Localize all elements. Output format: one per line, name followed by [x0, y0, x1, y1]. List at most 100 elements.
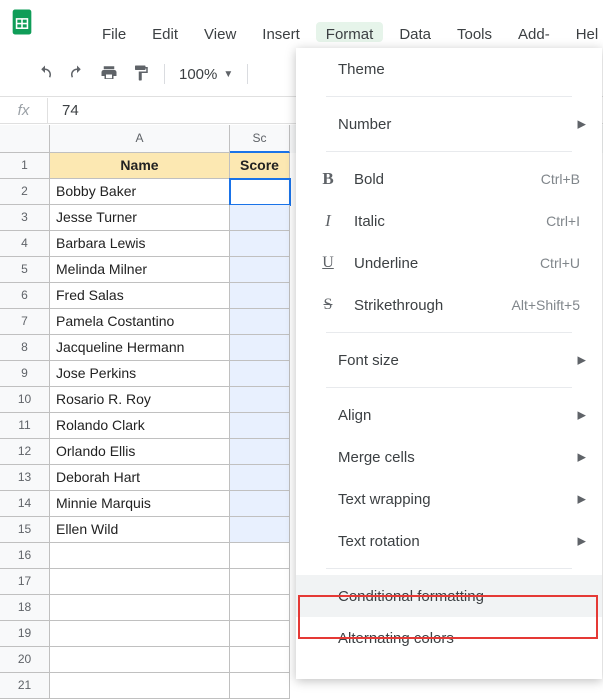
cell-B[interactable] [230, 465, 290, 491]
cell-A[interactable]: Bobby Baker [50, 179, 230, 205]
cell-A[interactable] [50, 673, 230, 699]
menu-item-strikethrough[interactable]: S Strikethrough Alt+Shift+5 [296, 284, 602, 326]
menu-item-label: Conditional formatting [338, 588, 580, 605]
col-header-A[interactable]: A [50, 125, 230, 153]
row-header[interactable]: 2 [0, 179, 50, 205]
cell-A[interactable]: Pamela Costantino [50, 309, 230, 335]
menu-item-merge-cells[interactable]: Merge cells ▶ [296, 436, 602, 478]
cell-A[interactable]: Jesse Turner [50, 205, 230, 231]
menu-item-font-size[interactable]: Font size ▶ [296, 339, 602, 381]
cell-A[interactable] [50, 595, 230, 621]
cell-B[interactable] [230, 205, 290, 231]
menu-item-bold[interactable]: B Bold Ctrl+B [296, 158, 602, 200]
redo-icon[interactable] [68, 64, 86, 85]
cell-A[interactable]: Orlando Ellis [50, 439, 230, 465]
row-header[interactable]: 19 [0, 621, 50, 647]
cell-B[interactable] [230, 569, 290, 595]
cell-B[interactable] [230, 283, 290, 309]
row-header[interactable]: 12 [0, 439, 50, 465]
menu-item-alternating-colors[interactable]: Alternating colors [296, 617, 602, 659]
menu-addons[interactable]: Add-ons [508, 22, 560, 42]
col-header-B[interactable]: Sc [230, 125, 290, 153]
cell-A[interactable] [50, 569, 230, 595]
menu-item-text-wrapping[interactable]: Text wrapping ▶ [296, 478, 602, 520]
row-header[interactable]: 20 [0, 647, 50, 673]
sheets-app-icon[interactable] [8, 8, 36, 36]
paint-format-icon[interactable] [132, 64, 150, 85]
cell-A[interactable]: Barbara Lewis [50, 231, 230, 257]
cell-A[interactable]: Fred Salas [50, 283, 230, 309]
menu-file[interactable]: File [92, 22, 136, 42]
row-header[interactable]: 15 [0, 517, 50, 543]
cell-A[interactable]: Name [50, 153, 230, 179]
row-header[interactable]: 16 [0, 543, 50, 569]
row-header[interactable]: 4 [0, 231, 50, 257]
row-header[interactable]: 11 [0, 413, 50, 439]
print-icon[interactable] [100, 64, 118, 85]
row-header[interactable]: 5 [0, 257, 50, 283]
menu-item-label: Theme [338, 61, 580, 78]
cell-A[interactable] [50, 543, 230, 569]
cell-B[interactable] [230, 543, 290, 569]
menu-format[interactable]: Format [316, 22, 384, 42]
cell-A[interactable]: Jacqueline Hermann [50, 335, 230, 361]
cell-B[interactable] [230, 439, 290, 465]
undo-icon[interactable] [36, 64, 54, 85]
row-header[interactable]: 3 [0, 205, 50, 231]
menu-edit[interactable]: Edit [142, 22, 188, 42]
row-header[interactable]: 18 [0, 595, 50, 621]
menu-item-theme[interactable]: Theme [296, 48, 602, 90]
row-header[interactable]: 8 [0, 335, 50, 361]
cell-B[interactable] [230, 413, 290, 439]
menu-view[interactable]: View [194, 22, 246, 42]
select-all-corner[interactable] [0, 125, 50, 153]
cell-A[interactable]: Ellen Wild [50, 517, 230, 543]
menu-item-number[interactable]: Number ▶ [296, 103, 602, 145]
menu-item-text-rotation[interactable]: Text rotation ▶ [296, 520, 602, 562]
cell-B[interactable] [230, 335, 290, 361]
zoom-dropdown[interactable]: 100% ▼ [179, 66, 233, 83]
menu-separator [326, 151, 572, 152]
cell-B[interactable] [230, 361, 290, 387]
cell-B[interactable] [230, 621, 290, 647]
menu-item-label: Merge cells [338, 449, 580, 466]
menu-data[interactable]: Data [389, 22, 441, 42]
cell-A[interactable]: Minnie Marquis [50, 491, 230, 517]
cell-A[interactable] [50, 647, 230, 673]
cell-A[interactable] [50, 621, 230, 647]
cell-B[interactable] [230, 491, 290, 517]
menu-item-underline[interactable]: U Underline Ctrl+U [296, 242, 602, 284]
cell-B[interactable] [230, 595, 290, 621]
row-header[interactable]: 1 [0, 153, 50, 179]
row-header[interactable]: 14 [0, 491, 50, 517]
menu-item-label: Alternating colors [338, 630, 580, 647]
cell-A[interactable]: Melinda Milner [50, 257, 230, 283]
cell-B[interactable] [230, 257, 290, 283]
row-header[interactable]: 21 [0, 673, 50, 699]
menu-insert[interactable]: Insert [252, 22, 310, 42]
cell-A[interactable]: Rosario R. Roy [50, 387, 230, 413]
cell-B[interactable] [230, 231, 290, 257]
cell-B[interactable] [230, 517, 290, 543]
cell-B[interactable] [230, 179, 290, 205]
cell-B[interactable] [230, 647, 290, 673]
row-header[interactable]: 10 [0, 387, 50, 413]
row-header[interactable]: 17 [0, 569, 50, 595]
cell-B[interactable]: Score [230, 153, 290, 179]
menu-item-align[interactable]: Align ▶ [296, 394, 602, 436]
row-header[interactable]: 13 [0, 465, 50, 491]
menu-item-italic[interactable]: I Italic Ctrl+I [296, 200, 602, 242]
menu-tools[interactable]: Tools [447, 22, 502, 42]
fx-input[interactable]: 74 [48, 102, 79, 119]
cell-B[interactable] [230, 673, 290, 699]
menu-item-conditional-formatting[interactable]: Conditional formatting [296, 575, 602, 617]
cell-A[interactable]: Jose Perkins [50, 361, 230, 387]
row-header[interactable]: 6 [0, 283, 50, 309]
menu-help[interactable]: Hel [566, 22, 603, 42]
row-header[interactable]: 7 [0, 309, 50, 335]
cell-B[interactable] [230, 387, 290, 413]
cell-A[interactable]: Rolando Clark [50, 413, 230, 439]
cell-A[interactable]: Deborah Hart [50, 465, 230, 491]
cell-B[interactable] [230, 309, 290, 335]
row-header[interactable]: 9 [0, 361, 50, 387]
